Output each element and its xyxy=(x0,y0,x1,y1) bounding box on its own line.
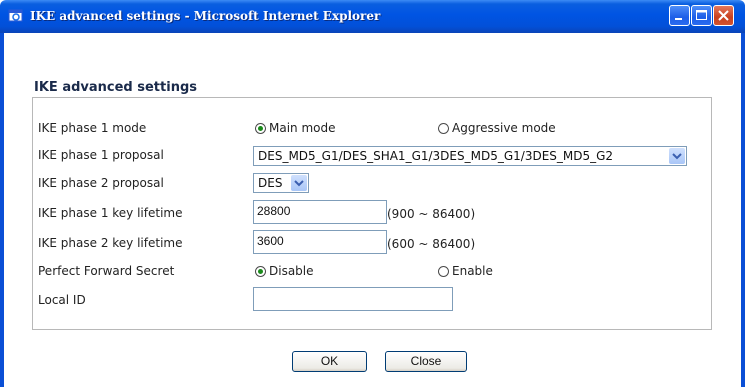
aggressive-mode-label: Aggressive mode xyxy=(452,121,556,135)
window-border-left xyxy=(0,33,4,387)
radio-selected-icon xyxy=(255,265,266,277)
radio-selected-icon xyxy=(255,122,266,134)
local-id-label: Local ID xyxy=(38,293,86,307)
close-icon xyxy=(718,10,729,21)
close-button[interactable] xyxy=(713,5,734,26)
phase2-lifetime-input[interactable]: 3600 xyxy=(253,230,387,254)
pfs-label: Perfect Forward Secret xyxy=(38,264,175,278)
radio-unselected-icon xyxy=(438,265,449,277)
local-id-input[interactable] xyxy=(253,287,453,311)
minimize-button[interactable] xyxy=(669,5,690,26)
phase1-proposal-label: IKE phase 1 proposal xyxy=(38,148,164,162)
pfs-disable-label: Disable xyxy=(269,264,314,278)
page-title: IKE advanced settings xyxy=(34,80,197,95)
main-mode-label: Main mode xyxy=(269,121,336,135)
ok-button[interactable]: OK xyxy=(292,351,367,372)
main-mode-radio[interactable]: Main mode xyxy=(255,121,336,135)
chevron-down-icon[interactable] xyxy=(669,148,685,164)
window-titlebar[interactable]: IKE advanced settings - Microsoft Intern… xyxy=(0,0,745,33)
aggressive-mode-radio[interactable]: Aggressive mode xyxy=(438,121,556,135)
chevron-down-icon[interactable] xyxy=(291,175,307,191)
maximize-icon xyxy=(696,10,707,20)
pfs-disable-radio[interactable]: Disable xyxy=(255,264,314,278)
phase2-lifetime-range: (600 ~ 86400) xyxy=(387,237,476,251)
phase2-proposal-value: DES xyxy=(258,176,283,190)
phase1-lifetime-value: 28800 xyxy=(257,204,291,218)
phase1-lifetime-label: IKE phase 1 key lifetime xyxy=(38,206,183,220)
phase2-proposal-select[interactable]: DES xyxy=(253,173,309,193)
maximize-button[interactable] xyxy=(691,5,712,26)
phase1-lifetime-range: (900 ~ 86400) xyxy=(387,207,476,221)
minimize-icon xyxy=(675,18,682,20)
phase2-lifetime-label: IKE phase 2 key lifetime xyxy=(38,236,183,250)
ie-icon xyxy=(8,7,24,23)
pfs-enable-radio[interactable]: Enable xyxy=(438,264,493,278)
phase1-proposal-value: DES_MD5_G1/DES_SHA1_G1/3DES_MD5_G1/3DES_… xyxy=(258,149,614,163)
window-title: IKE advanced settings - Microsoft Intern… xyxy=(30,9,381,23)
phase1-lifetime-input[interactable]: 28800 xyxy=(253,200,387,224)
phase1-mode-label: IKE phase 1 mode xyxy=(38,121,147,135)
phase1-proposal-select[interactable]: DES_MD5_G1/DES_SHA1_G1/3DES_MD5_G1/3DES_… xyxy=(253,146,687,166)
close-dialog-button[interactable]: Close xyxy=(385,351,467,372)
pfs-enable-label: Enable xyxy=(452,264,493,278)
radio-unselected-icon xyxy=(438,122,449,134)
phase2-lifetime-value: 3600 xyxy=(257,234,284,248)
window-border-right xyxy=(741,33,745,387)
phase2-proposal-label: IKE phase 2 proposal xyxy=(38,176,164,190)
